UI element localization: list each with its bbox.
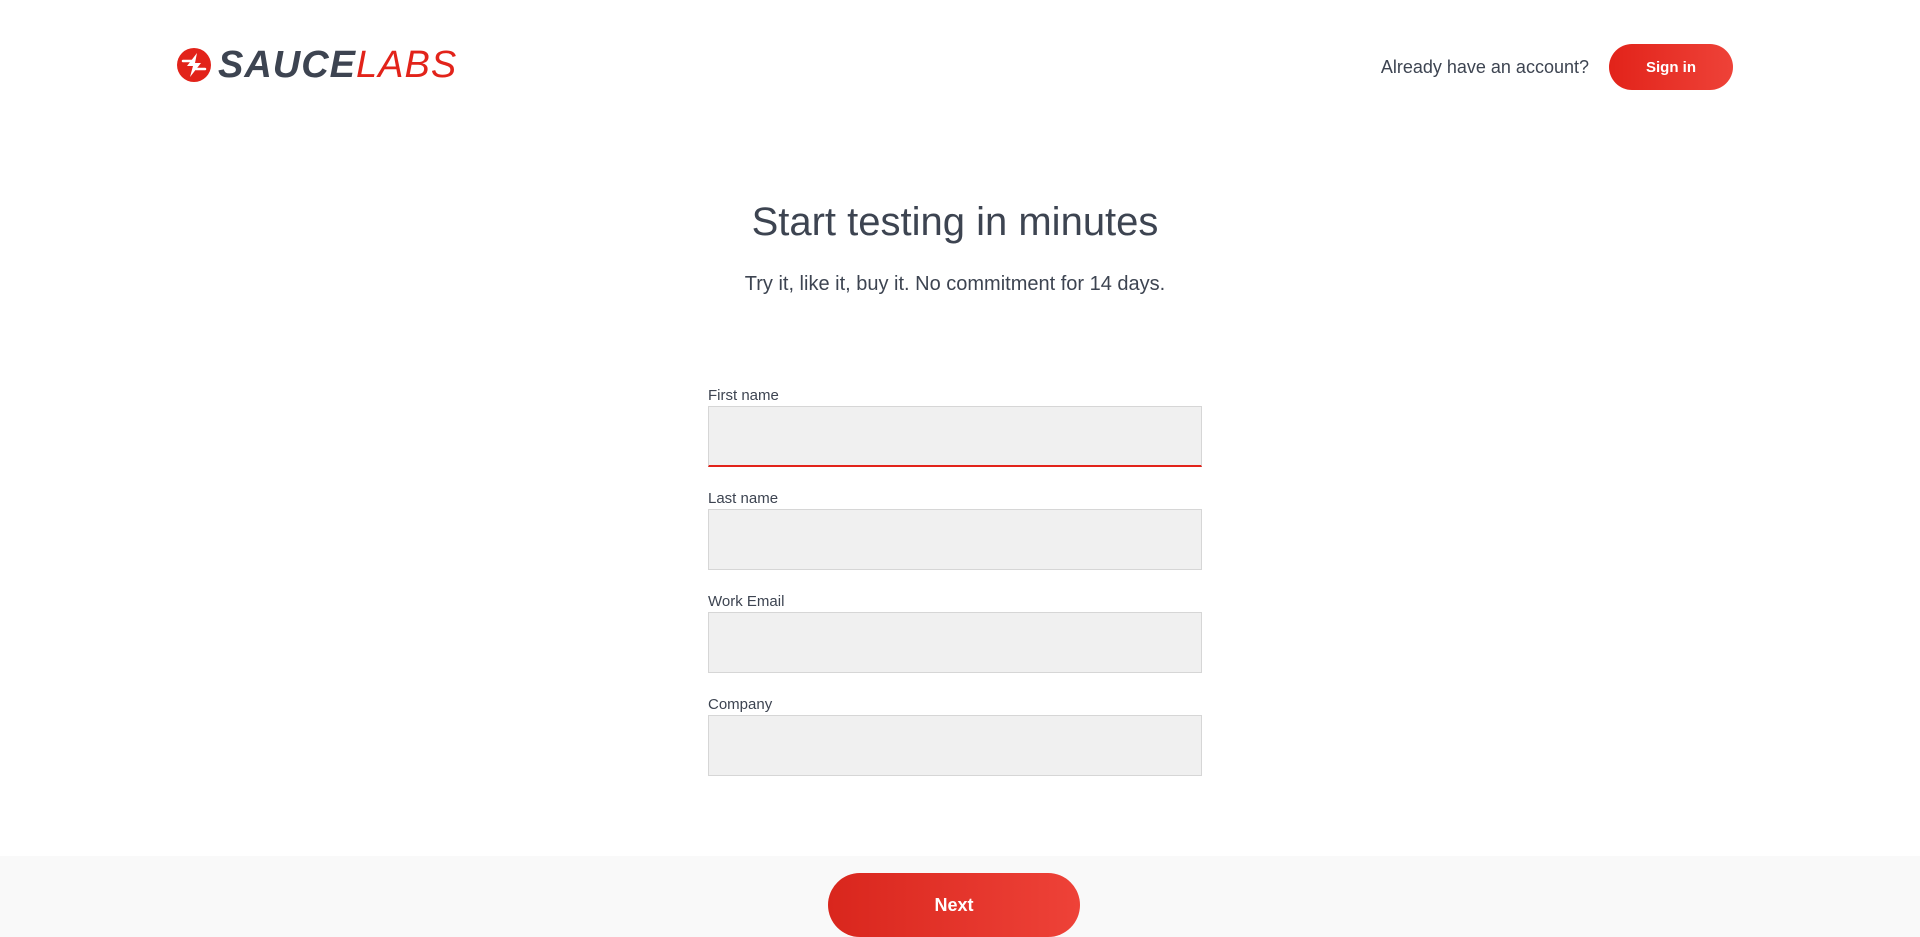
last-name-input[interactable] xyxy=(708,509,1202,570)
first-name-label: First name xyxy=(708,387,779,404)
company-input[interactable] xyxy=(708,715,1202,776)
company-label: Company xyxy=(708,696,773,713)
work-email-input[interactable] xyxy=(708,612,1202,673)
logo-sauce-text: SAUCE xyxy=(218,44,357,86)
page-subtitle: Try it, like it, buy it. No commitment f… xyxy=(744,273,1166,295)
page-title: Start testing in minutes xyxy=(751,200,1159,244)
logo-labs-text: LABS xyxy=(356,44,458,86)
work-email-field: Work Email xyxy=(708,592,1202,673)
header-account-area: Already have an account? Sign in xyxy=(1381,44,1733,90)
signup-page: SAUCELABS Already have an account? Sign … xyxy=(0,0,1920,937)
account-prompt: Already have an account? xyxy=(1380,56,1589,77)
first-name-input[interactable] xyxy=(708,406,1202,467)
last-name-field: Last name xyxy=(708,489,1202,570)
first-name-field: First name xyxy=(708,386,1202,467)
saucelabs-logo[interactable]: SAUCELABS xyxy=(176,46,457,84)
logo-wordmark: SAUCELABS xyxy=(218,46,457,84)
last-name-label: Last name xyxy=(708,490,779,507)
signup-form: First name Last name Work Email Company xyxy=(708,386,1202,798)
company-field: Company xyxy=(708,695,1202,776)
work-email-label: Work Email xyxy=(708,593,785,610)
sign-in-button[interactable]: Sign in xyxy=(1609,44,1733,90)
saucelabs-bolt-icon xyxy=(177,48,211,82)
next-button[interactable]: Next xyxy=(828,873,1080,937)
